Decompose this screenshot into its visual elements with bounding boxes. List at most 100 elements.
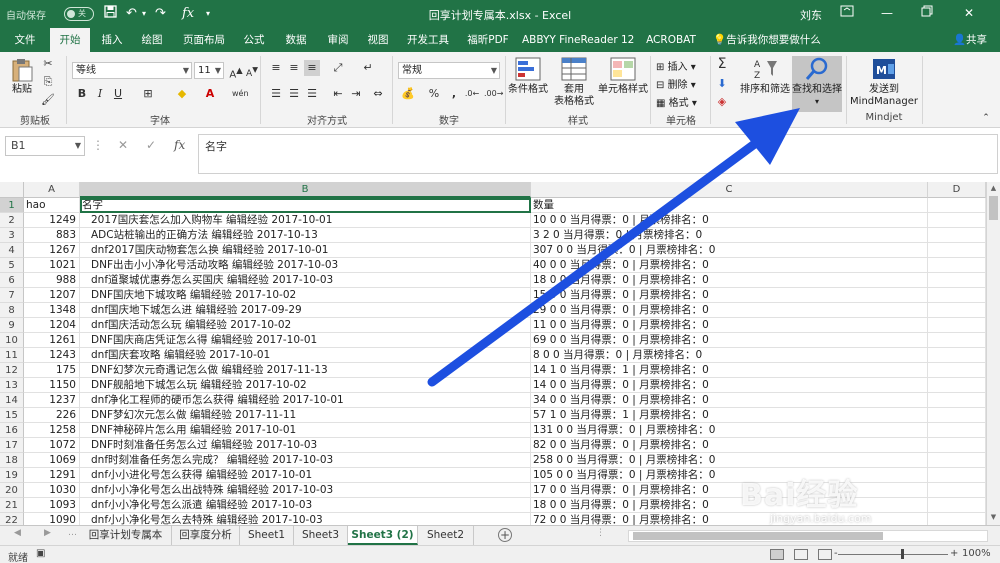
- cell-d[interactable]: [928, 438, 986, 453]
- format-painter-icon[interactable]: 🖌: [40, 92, 56, 108]
- cell-b[interactable]: DNF舰船地下城怎么玩 编辑经验 2017-10-02: [80, 378, 531, 393]
- row-header[interactable]: 11: [0, 348, 24, 363]
- cell-d[interactable]: [928, 483, 986, 498]
- cell-b[interactable]: dnf小小净化号怎么出战特殊 编辑经验 2017-10-03: [80, 483, 531, 498]
- clear-icon[interactable]: ◈: [714, 94, 730, 110]
- cell-a[interactable]: 1021: [24, 258, 80, 273]
- cell-d[interactable]: [928, 273, 986, 288]
- cell-d[interactable]: [928, 348, 986, 363]
- page-break-view-icon[interactable]: [818, 549, 832, 560]
- row-header[interactable]: 7: [0, 288, 24, 303]
- cell-d[interactable]: [928, 393, 986, 408]
- cell-b[interactable]: dnf国庆活动怎么玩 编辑经验 2017-10-02: [80, 318, 531, 333]
- tab-page-layout[interactable]: 页面布局: [178, 28, 230, 52]
- delete-cells-button[interactable]: ⊟ 删除 ▾: [656, 76, 696, 91]
- cell-b[interactable]: DNF出击小小净化号活动攻略 编辑经验 2017-10-03: [80, 258, 531, 273]
- cell-a[interactable]: 1237: [24, 393, 80, 408]
- align-left-icon[interactable]: ☰: [268, 86, 284, 102]
- cell-b[interactable]: DNF时刻准备任务怎么过 编辑经验 2017-10-03: [80, 438, 531, 453]
- increase-decimal-icon[interactable]: .0←: [464, 86, 480, 102]
- cell-a[interactable]: 1072: [24, 438, 80, 453]
- cell-d[interactable]: [928, 423, 986, 438]
- cell-b[interactable]: ADC站桩输出的正确方法 编辑经验 2017-10-13: [80, 228, 531, 243]
- cell-b[interactable]: DNF神秘碎片怎么用 编辑经验 2017-10-01: [80, 423, 531, 438]
- cell-c[interactable]: 40 0 0 当月得票：0 | 月票榜排名：0: [531, 258, 928, 273]
- select-all-corner[interactable]: [0, 182, 24, 198]
- tab-insert[interactable]: 插入: [94, 28, 130, 52]
- name-box[interactable]: B1 ▼: [5, 136, 85, 156]
- autosum-icon[interactable]: Σ: [714, 56, 730, 72]
- row-header[interactable]: 4: [0, 243, 24, 258]
- collapse-ribbon-icon[interactable]: ⌃: [978, 110, 994, 126]
- cell-d[interactable]: [928, 258, 986, 273]
- font-name-select[interactable]: 等线 ▼: [72, 62, 192, 79]
- horizontal-scrollbar[interactable]: [628, 530, 988, 542]
- sheet-tab[interactable]: 回享计划专属本: [80, 526, 172, 545]
- insert-function-icon[interactable]: fx: [174, 138, 185, 152]
- cell-c[interactable]: 105 0 0 当月得票：0 | 月票榜排名：0: [531, 468, 928, 483]
- formula-input[interactable]: 名字: [198, 134, 998, 174]
- cell-a[interactable]: 1207: [24, 288, 80, 303]
- copy-icon[interactable]: ⎘: [40, 74, 56, 90]
- cell-d[interactable]: [928, 468, 986, 483]
- format-as-table-button[interactable]: 套用 表格格式: [552, 56, 596, 108]
- cell-a[interactable]: 1348: [24, 303, 80, 318]
- row-header[interactable]: 18: [0, 453, 24, 468]
- cell-a[interactable]: 1291: [24, 468, 80, 483]
- tab-formulas[interactable]: 公式: [236, 28, 272, 52]
- row-header[interactable]: 14: [0, 393, 24, 408]
- bold-icon[interactable]: B: [74, 86, 90, 102]
- cell-a[interactable]: 988: [24, 273, 80, 288]
- font-color-icon[interactable]: A: [202, 86, 218, 102]
- cell-c[interactable]: 14 0 0 当月得票：0 | 月票榜排名：0: [531, 378, 928, 393]
- cell-c[interactable]: 307 0 0 当月得票：0 | 月票榜排名：0: [531, 243, 928, 258]
- percent-icon[interactable]: %: [426, 86, 442, 102]
- sheet-tab[interactable]: Sheet2: [418, 526, 474, 545]
- conditional-format-button[interactable]: 条件格式: [508, 56, 548, 96]
- cancel-icon[interactable]: ✕: [118, 138, 128, 152]
- cell-a[interactable]: 1069: [24, 453, 80, 468]
- normal-view-icon[interactable]: [770, 549, 784, 560]
- row-header[interactable]: 21: [0, 498, 24, 513]
- cell-b[interactable]: DNF国庆商店凭证怎么得 编辑经验 2017-10-01: [80, 333, 531, 348]
- macro-record-icon[interactable]: ▣: [36, 548, 45, 559]
- cell-styles-button[interactable]: 单元格样式: [598, 56, 648, 96]
- tab-developer[interactable]: 开发工具: [402, 28, 454, 52]
- cell-a[interactable]: 226: [24, 408, 80, 423]
- cell-c[interactable]: 57 1 0 当月得票：1 | 月票榜排名：0: [531, 408, 928, 423]
- vertical-scrollbar[interactable]: ▲ ▼: [986, 182, 1000, 525]
- align-top-icon[interactable]: ≡: [268, 60, 284, 76]
- more-sheets-icon[interactable]: …: [68, 528, 77, 538]
- row-header[interactable]: 17: [0, 438, 24, 453]
- zoom-in-icon[interactable]: +: [950, 548, 958, 559]
- cell-a[interactable]: 1204: [24, 318, 80, 333]
- row-header[interactable]: 13: [0, 378, 24, 393]
- cell-c[interactable]: 11 0 0 当月得票：0 | 月票榜排名：0: [531, 318, 928, 333]
- add-sheet-icon[interactable]: +: [498, 528, 512, 542]
- number-format-select[interactable]: 常规 ▼: [398, 62, 500, 79]
- fill-icon[interactable]: ⬇: [714, 76, 730, 92]
- row-header[interactable]: 15: [0, 408, 24, 423]
- cell-d[interactable]: [928, 498, 986, 513]
- cell-c[interactable]: 18 0 0 当月得票：0 | 月票榜排名：0: [531, 273, 928, 288]
- row-header[interactable]: 1: [0, 198, 24, 213]
- cell-b[interactable]: DNF幻梦次元奇遇记怎么做 编辑经验 2017-11-13: [80, 363, 531, 378]
- tab-home[interactable]: 开始: [50, 28, 90, 52]
- merge-center-icon[interactable]: ⇔: [370, 86, 386, 102]
- cell-c[interactable]: 8 0 0 当月得票：0 | 月票榜排名：0: [531, 348, 928, 363]
- row-header[interactable]: 5: [0, 258, 24, 273]
- insert-cells-button[interactable]: ⊞ 插入 ▾: [656, 58, 696, 73]
- share-button[interactable]: 👤共享: [944, 28, 996, 52]
- underline-icon[interactable]: U: [110, 86, 126, 102]
- page-layout-view-icon[interactable]: [794, 549, 808, 560]
- cell-b[interactable]: dnf道聚城优惠券怎么买国庆 编辑经验 2017-10-03: [80, 273, 531, 288]
- cell-d[interactable]: [928, 513, 986, 525]
- cell-c[interactable]: 258 0 0 当月得票：0 | 月票榜排名：0: [531, 453, 928, 468]
- cell-d[interactable]: [928, 198, 986, 213]
- cell-b[interactable]: dnf小小进化号怎么获得 编辑经验 2017-10-01: [80, 468, 531, 483]
- tab-view[interactable]: 视图: [360, 28, 396, 52]
- align-middle-icon[interactable]: ≡: [286, 60, 302, 76]
- cell-d[interactable]: [928, 213, 986, 228]
- orientation-icon[interactable]: ⤢: [330, 60, 346, 76]
- sheet-tab[interactable]: 回享度分析: [172, 526, 240, 545]
